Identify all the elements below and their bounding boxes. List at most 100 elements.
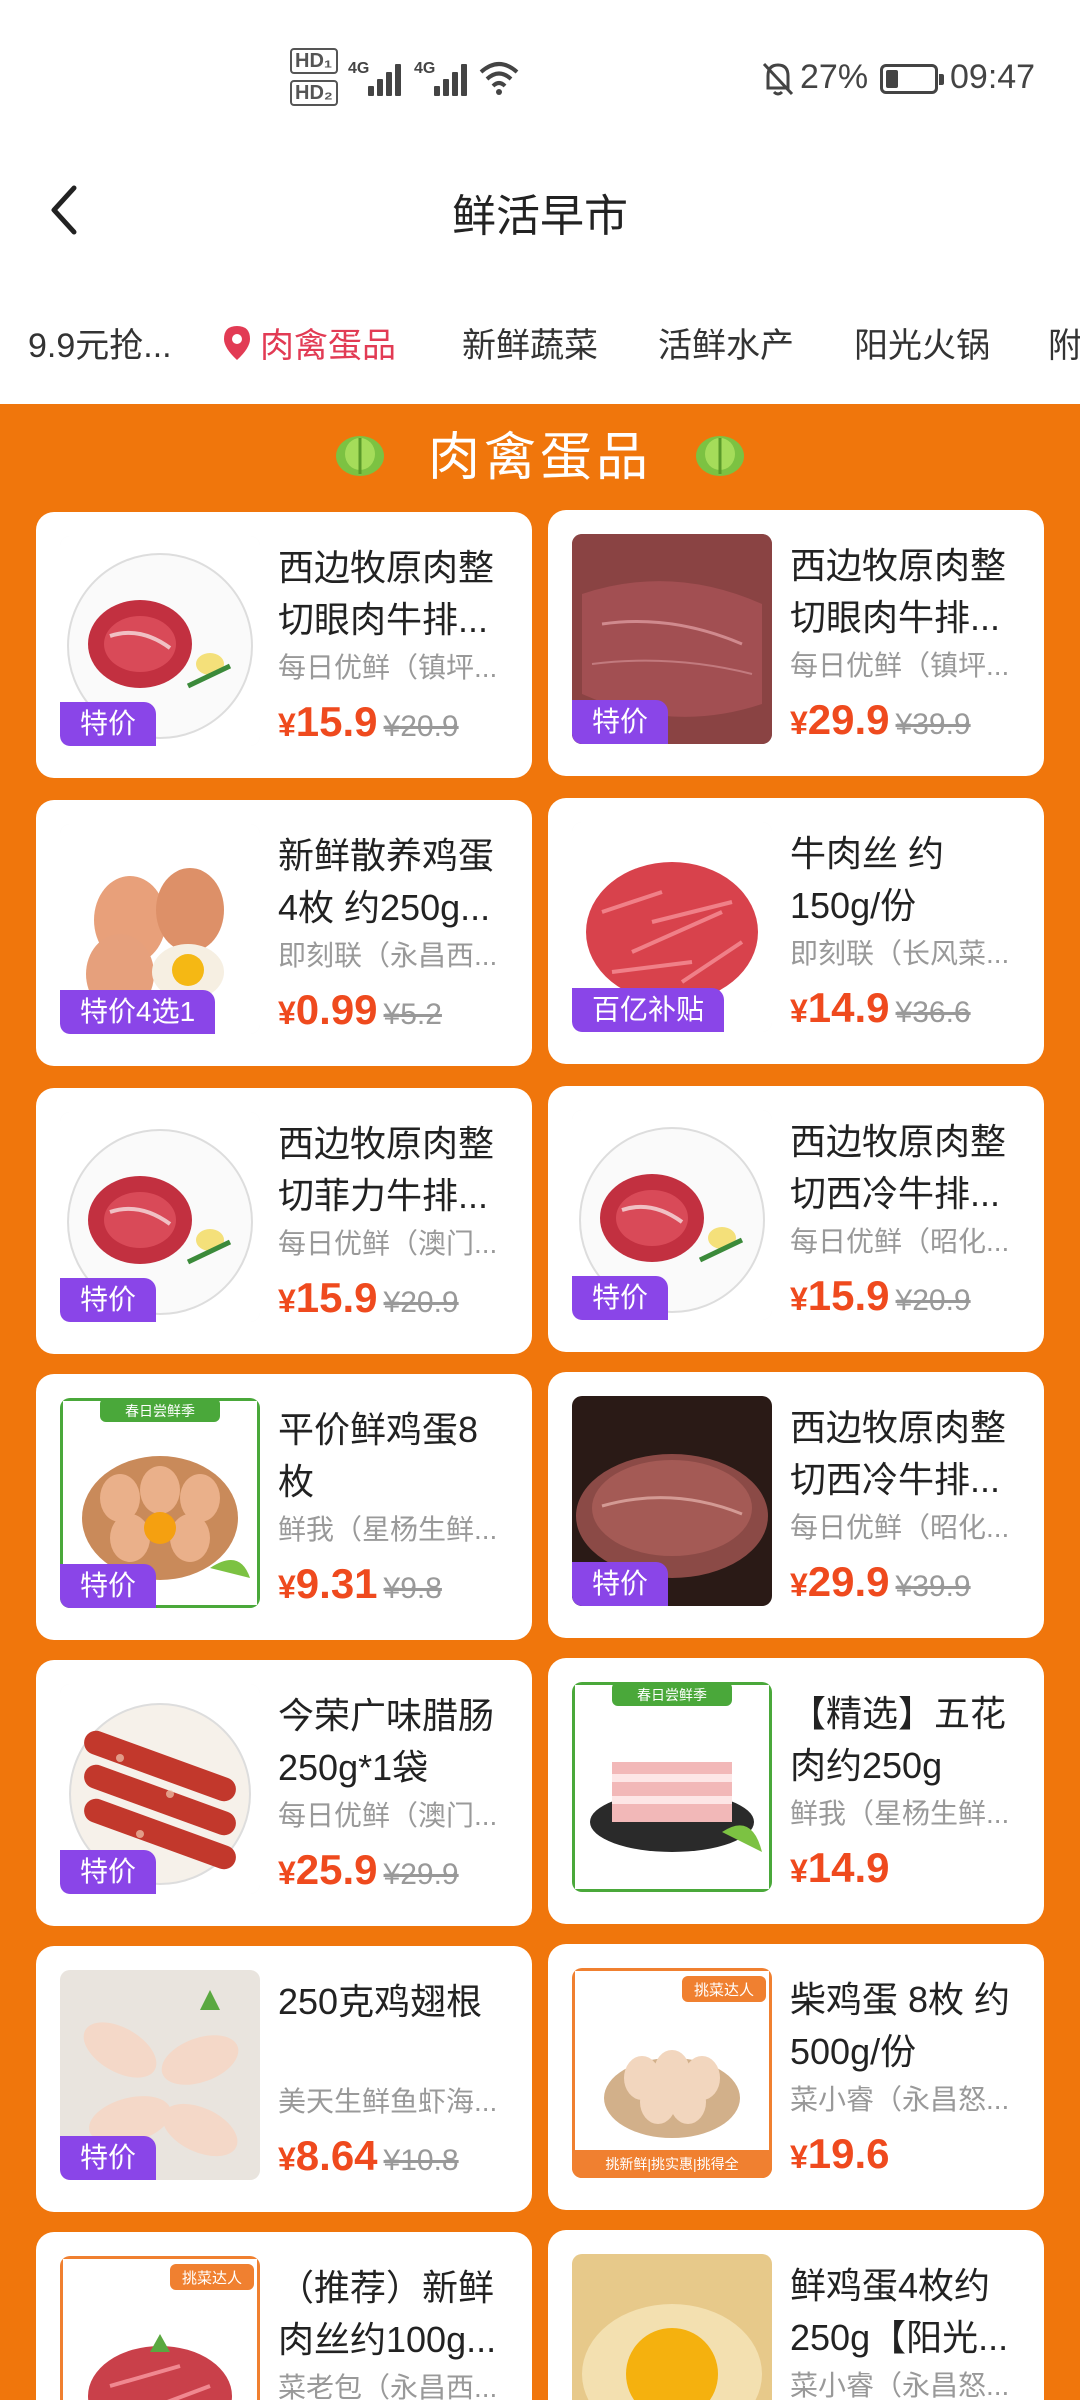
price-value: 19.6 [807, 2130, 890, 2177]
signal-icon [434, 62, 467, 96]
category-tabs: 9.9元抢... 肉禽蛋品 新鲜蔬菜 活鲜水产 阳光火锅 附 [0, 296, 1080, 396]
tab-more[interactable]: 附 [1048, 318, 1080, 367]
product-image: 挑菜达人 [60, 2256, 260, 2400]
shop-name: 每日优鲜（镇坪... [790, 650, 1010, 681]
original-price: ¥39.9 [895, 708, 971, 741]
price-row: ¥15.9 ¥20.9 [278, 1274, 459, 1322]
price-value: 25.9 [295, 1846, 378, 1893]
tab-sunshine-hotpot[interactable]: 阳光火锅 [854, 318, 990, 367]
product-name: 平价鲜鸡蛋8枚 [278, 1409, 479, 1502]
product-card[interactable]: 特价 西边牧原肉整切菲力牛排... 每日优鲜（澳门... ¥15.9 ¥20.9 [36, 1088, 532, 1354]
product-card[interactable]: 特价 250克鸡翅根 美天生鲜鱼虾海... ¥8.64 ¥10.8 [36, 1946, 532, 2212]
tab-live-seafood[interactable]: 活鲜水产 [658, 318, 794, 367]
shop-name: 每日优鲜（澳门... [278, 1228, 498, 1259]
product-image: 特价4选1 [60, 824, 260, 1034]
product-card[interactable]: 春日尝鲜季 特价 平价鲜鸡蛋8枚 鲜我（星杨生鲜... ¥9.31 ¥9.8 [36, 1374, 532, 1640]
clock: 09:47 [950, 58, 1036, 96]
tab-fresh-vegetables[interactable]: 新鲜蔬菜 [462, 318, 598, 367]
current-price: ¥0.99 [278, 986, 378, 1034]
price-row: ¥19.6 [790, 2130, 896, 2178]
tab-meat-poultry-eggs[interactable]: 肉禽蛋品 [222, 318, 396, 367]
currency-symbol: ¥ [790, 705, 808, 741]
price-row: ¥25.9 ¥29.9 [278, 1846, 459, 1894]
price-value: 8.64 [295, 2132, 378, 2179]
shop-name: 每日优鲜（镇坪... [278, 652, 498, 683]
eggs-bowl-image: 挑菜达人挑新鲜|挑实惠|挑得全 [572, 1968, 772, 2178]
product-name: 牛肉丝 约150g/份 [790, 833, 945, 926]
tab-flash-sale[interactable]: 9.9元抢... [28, 318, 172, 367]
product-name: 西边牧原肉整切菲力牛排... [278, 1123, 495, 1216]
price-row: ¥29.9 ¥39.9 [790, 1558, 971, 1606]
current-price: ¥14.9 [790, 1844, 890, 1892]
shop-name: 美天生鲜鱼虾海... [278, 2086, 498, 2117]
promo-tag: 特价 [60, 1850, 157, 1894]
promo-tag: 特价 [60, 702, 157, 746]
product-name: 柴鸡蛋 8枚 约500g/份 [790, 1979, 1011, 2072]
product-card[interactable]: 特价 今荣广味腊肠250g*1袋 每日优鲜（澳门... ¥25.9 ¥29.9 [36, 1660, 532, 1926]
product-name: 西边牧原肉整切眼肉牛排... [790, 545, 1007, 638]
cabbage-icon [335, 436, 384, 476]
original-price: ¥20.9 [383, 1286, 459, 1319]
product-card[interactable]: 特价4选1 新鲜散养鸡蛋4枚 约250g... 即刻联（永昌西... ¥0.99… [36, 800, 532, 1066]
product-card[interactable]: 特价 西边牧原肉整切西冷牛排... 每日优鲜（昭化... ¥15.9 ¥20.9 [548, 1086, 1044, 1352]
tab-label: 9.9元抢... [28, 327, 172, 365]
promo-tag: 特价 [60, 1278, 157, 1322]
product-image: 特价 [572, 1396, 772, 1606]
price-value: 14.9 [807, 1844, 890, 1891]
section-header: 肉禽蛋品 [0, 412, 1080, 492]
product-image: 挑菜达人 挑新鲜|挑实惠|挑得全 [572, 1968, 772, 2178]
shop-name: 即刻联（长风菜... [790, 938, 1010, 969]
original-price: ¥20.9 [383, 710, 459, 743]
original-price: ¥10.8 [383, 2144, 459, 2177]
current-price: ¥15.9 [790, 1272, 890, 1320]
product-card[interactable]: 百亿补贴 牛肉丝 约150g/份 即刻联（长风菜... ¥14.9 ¥36.6 [548, 798, 1044, 1064]
product-card[interactable]: 特价 西边牧原肉整切眼肉牛排... 每日优鲜（镇坪... ¥29.9 ¥39.9 [548, 510, 1044, 776]
price-row: ¥14.9 [790, 1844, 896, 1892]
current-price: ¥25.9 [278, 1846, 378, 1894]
shop-name: 每日优鲜（昭化... [790, 1512, 1010, 1543]
price-value: 15.9 [295, 698, 378, 745]
price-row: ¥8.64 ¥10.8 [278, 2132, 459, 2180]
promo-tag: 特价 [60, 1564, 157, 1608]
currency-symbol: ¥ [278, 2141, 296, 2177]
promo-tag: 特价4选1 [60, 990, 216, 1034]
product-card[interactable]: 春日尝鲜季 【精选】五花肉约250g 鲜我（星杨生鲜... ¥14.9 [548, 1658, 1044, 1924]
shop-name: 鲜我（星杨生鲜... [278, 1514, 498, 1545]
product-card[interactable]: 特价 西边牧原肉整切西冷牛排... 每日优鲜（昭化... ¥29.9 ¥39.9 [548, 1372, 1044, 1638]
current-price: ¥19.6 [790, 2130, 890, 2178]
shop-name: 鲜我（星杨生鲜... [790, 1798, 1010, 1829]
promo-tag: 特价 [60, 2136, 157, 2180]
tab-label: 活鲜水产 [658, 327, 794, 365]
product-card[interactable]: 鲜鸡蛋4枚约250g【阳光... 菜小睿（永昌怒... [548, 2230, 1044, 2400]
product-card[interactable]: 特价 西边牧原肉整切眼肉牛排... 每日优鲜（镇坪... ¥15.9 ¥20.9 [36, 512, 532, 778]
hd-badge-1: HD₁ [290, 48, 338, 74]
product-panel: 肉禽蛋品 特价 西边牧原肉整切眼肉牛排... 每日优鲜（镇坪... ¥15.9 … [0, 404, 1080, 2400]
promo-tag: 特价 [572, 1562, 669, 1606]
price-row: ¥14.9 ¥36.6 [790, 984, 971, 1032]
product-name: （推荐）新鲜肉丝约100g... [278, 2267, 497, 2360]
currency-symbol: ¥ [278, 995, 296, 1031]
price-value: 29.9 [807, 696, 890, 743]
tab-label: 肉禽蛋品 [260, 327, 396, 365]
currency-symbol: ¥ [790, 1853, 808, 1889]
current-price: ¥8.64 [278, 2132, 378, 2180]
currency-symbol: ¥ [278, 1855, 296, 1891]
shop-name: 菜小睿（永昌怒... [790, 2084, 1010, 2115]
current-price: ¥15.9 [278, 698, 378, 746]
shop-name: 菜老包（永昌西... [278, 2372, 498, 2400]
svg-text:春日尝鲜季: 春日尝鲜季 [637, 1687, 707, 1703]
price-row: ¥29.9 ¥39.9 [790, 696, 971, 744]
price-value: 14.9 [807, 984, 890, 1031]
promo-tag: 百亿补贴 [572, 988, 725, 1032]
minced-pork-image: 挑菜达人 [60, 2256, 260, 2400]
battery-level [886, 70, 898, 88]
product-image: 特价 [572, 1110, 772, 1320]
product-name: 【精选】五花肉约250g [790, 1693, 1007, 1786]
currency-symbol: ¥ [790, 1281, 808, 1317]
svg-text:春日尝鲜季: 春日尝鲜季 [125, 1403, 195, 1419]
shop-name: 每日优鲜（澳门... [278, 1800, 498, 1831]
product-name: 西边牧原肉整切眼肉牛排... [278, 547, 495, 640]
product-card[interactable]: 挑菜达人 （推荐）新鲜肉丝约100g... 菜老包（永昌西... [36, 2232, 532, 2400]
product-card[interactable]: 挑菜达人 挑新鲜|挑实惠|挑得全 柴鸡蛋 8枚 约500g/份 菜小睿（永昌怒..… [548, 1944, 1044, 2210]
original-price: ¥39.9 [895, 1570, 971, 1603]
